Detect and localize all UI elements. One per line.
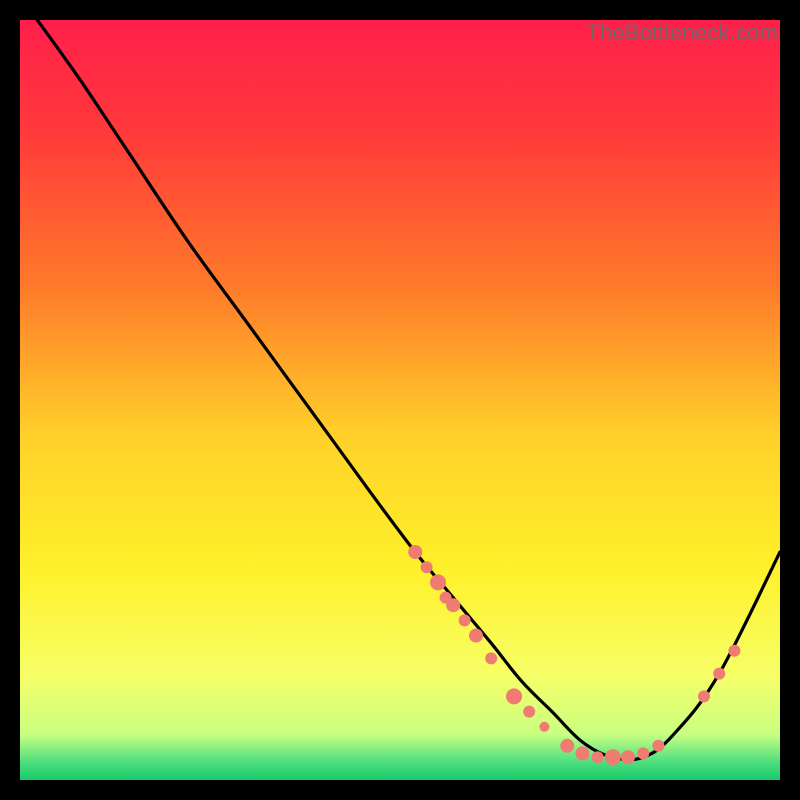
highlight-point <box>621 750 635 764</box>
chart-frame: TheBottleneck.com <box>20 20 780 780</box>
highlight-point <box>459 614 471 626</box>
highlight-point <box>605 749 621 765</box>
highlight-point <box>592 751 604 763</box>
highlight-point <box>539 722 549 732</box>
highlight-point <box>446 598 460 612</box>
highlight-point <box>506 688 522 704</box>
highlight-point <box>560 739 574 753</box>
highlight-point <box>523 706 535 718</box>
highlight-point <box>637 747 649 759</box>
highlight-point <box>698 690 710 702</box>
highlight-point <box>575 746 589 760</box>
highlight-point <box>728 645 740 657</box>
highlight-point <box>485 652 497 664</box>
highlight-point <box>652 740 664 752</box>
highlight-point <box>469 629 483 643</box>
highlight-point <box>713 668 725 680</box>
watermark-text: TheBottleneck.com <box>586 20 778 46</box>
gradient-background <box>20 20 780 780</box>
chart-svg <box>20 20 780 780</box>
highlight-point <box>408 545 422 559</box>
highlight-point <box>421 561 433 573</box>
highlight-point <box>430 574 446 590</box>
